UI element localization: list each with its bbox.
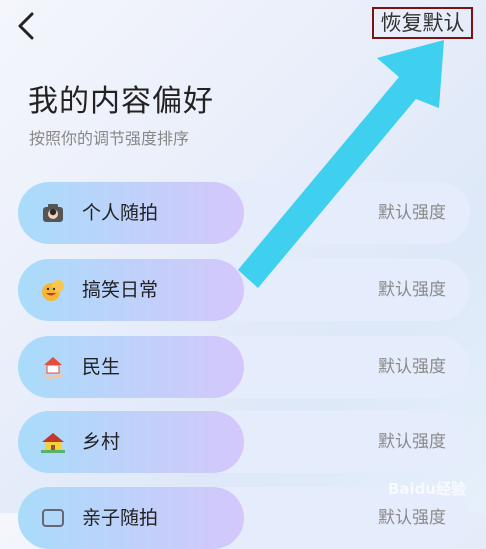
page-title: 我的内容偏好 xyxy=(28,84,214,119)
row-strength: 默认强度 xyxy=(378,357,446,377)
preference-row-personal[interactable]: 个人随拍 默认强度 xyxy=(18,182,470,244)
chevron-left-icon xyxy=(18,12,34,40)
preference-row-livelihood[interactable]: 民生 默认强度 xyxy=(18,336,470,398)
house-hand-icon xyxy=(43,357,63,379)
row-label: 搞笑日常 xyxy=(82,279,159,301)
camera-person-icon xyxy=(43,204,63,222)
village-house-icon xyxy=(41,433,65,453)
row-label: 民生 xyxy=(82,356,121,378)
row-strength: 默认强度 xyxy=(378,203,446,223)
row-label: 个人随拍 xyxy=(82,202,159,224)
row-label: 乡村 xyxy=(82,431,121,453)
preference-row-village[interactable]: 乡村 默认强度 xyxy=(18,411,470,473)
back-button[interactable] xyxy=(12,8,46,44)
page-subtitle: 按照你的调节强度排序 xyxy=(29,129,190,148)
row-strength: 默认强度 xyxy=(378,432,446,452)
parent-child-icon xyxy=(42,509,64,527)
watermark: Baidu经验 xyxy=(387,480,466,498)
preference-row-funny[interactable]: 搞笑日常 默认强度 xyxy=(18,259,470,321)
row-label: 亲子随拍 xyxy=(82,507,159,529)
row-strength: 默认强度 xyxy=(378,280,446,300)
laughing-emoji-icon xyxy=(42,280,64,301)
reset-default-button[interactable]: 恢复默认 xyxy=(372,7,473,39)
